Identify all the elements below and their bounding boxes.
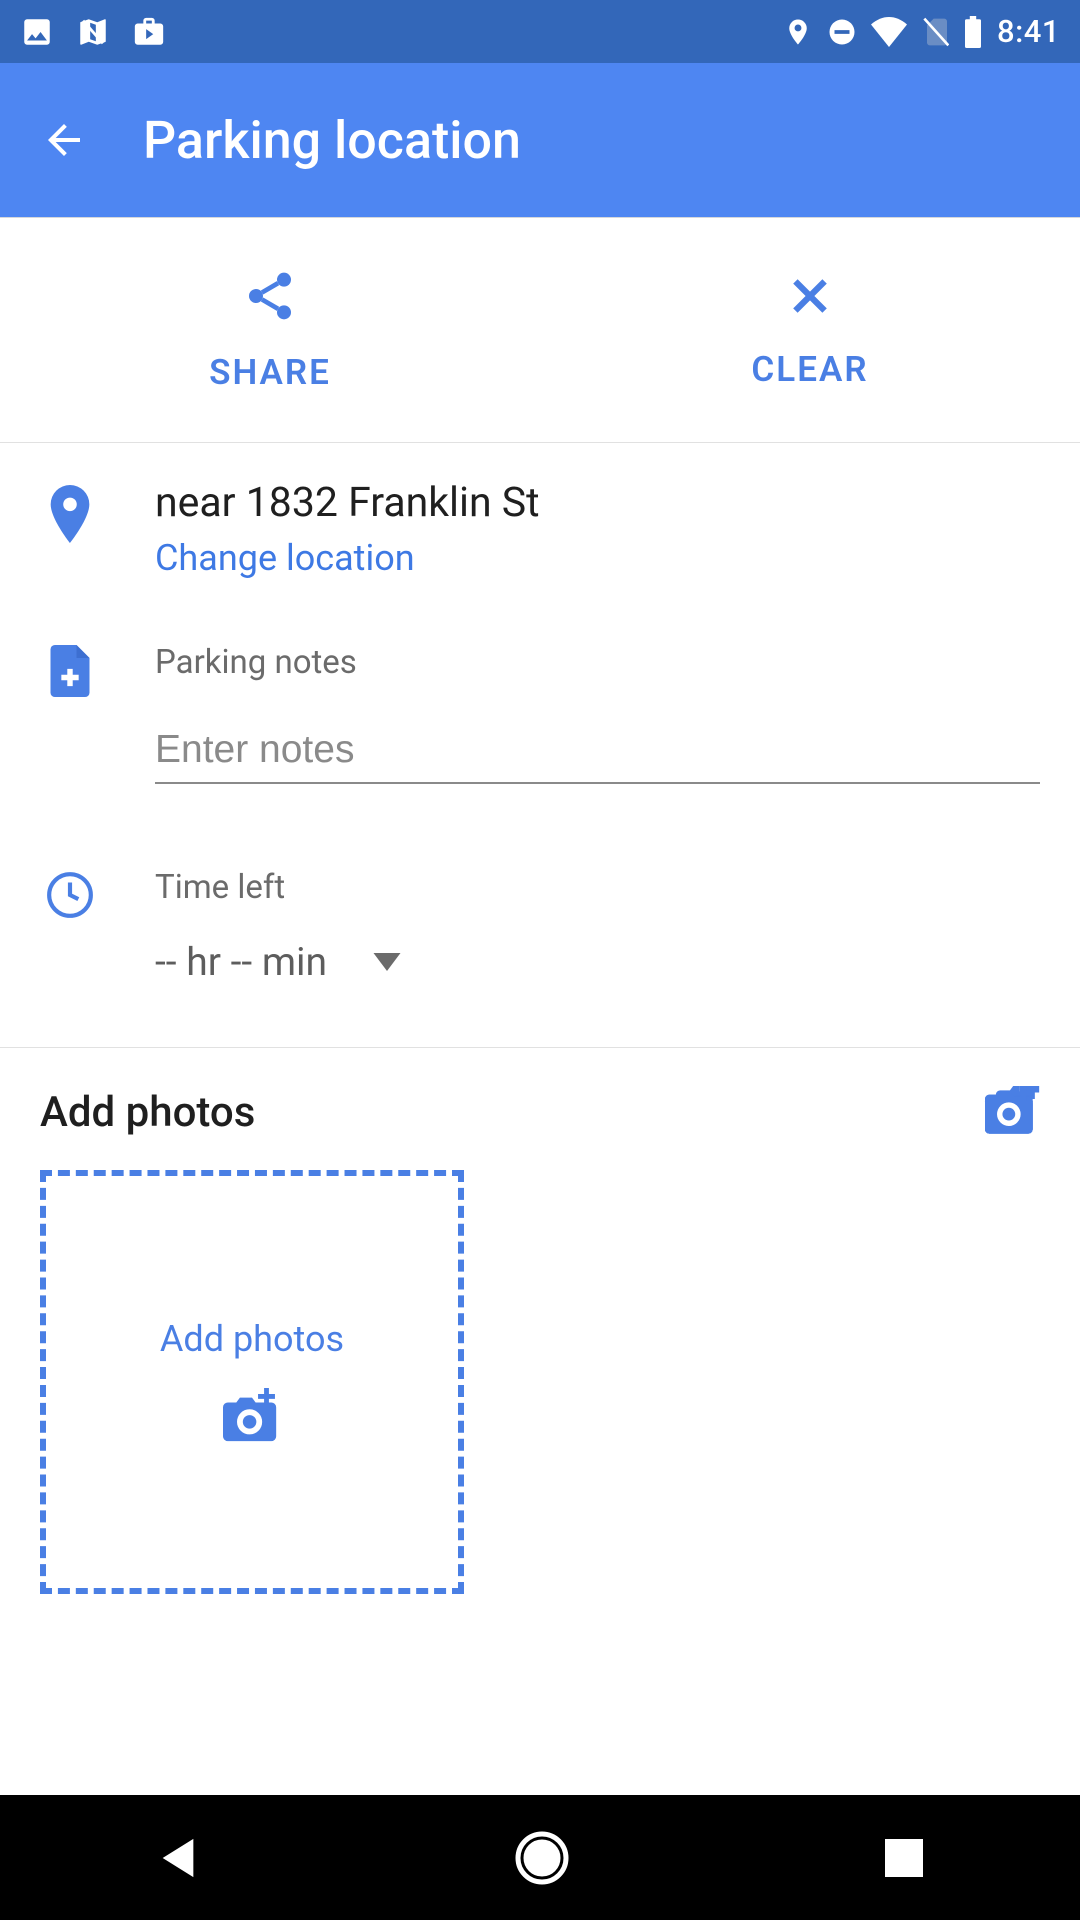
- share-label: SHARE: [209, 352, 331, 393]
- back-button[interactable]: [40, 116, 88, 164]
- camera-add-icon: [219, 1388, 285, 1446]
- clear-label: CLEAR: [751, 349, 868, 390]
- clock-icon: [45, 870, 95, 920]
- time-row: Time left -- hr -- min: [0, 820, 1080, 1025]
- time-left-value: -- hr -- min: [155, 939, 327, 985]
- parking-address: near 1832 Franklin St: [155, 479, 1040, 527]
- share-icon: [242, 268, 298, 324]
- share-button[interactable]: SHARE: [0, 218, 540, 442]
- battery-icon: [963, 16, 983, 48]
- add-photos-box[interactable]: Add photos: [40, 1170, 464, 1594]
- status-clock: 8:41: [997, 13, 1060, 50]
- dropdown-icon: [373, 953, 401, 971]
- status-bar: 8:41: [0, 0, 1080, 63]
- photos-section: Add photos: [0, 1048, 1080, 1632]
- photos-section-title: Add photos: [40, 1088, 255, 1137]
- app-bar: Parking location: [0, 63, 1080, 218]
- clear-button[interactable]: CLEAR: [540, 218, 1080, 442]
- add-photo-icon-button[interactable]: [982, 1086, 1040, 1138]
- notes-input[interactable]: [155, 722, 1040, 784]
- time-left-label: Time left: [155, 868, 1040, 907]
- wifi-icon: [871, 17, 907, 47]
- no-sim-icon: [921, 16, 949, 48]
- notes-label: Parking notes: [155, 643, 1040, 682]
- play-notification-icon: [132, 15, 166, 49]
- status-left-icons: [20, 15, 166, 49]
- location-icon: [783, 17, 813, 47]
- nav-bar: [0, 1795, 1080, 1920]
- maps-notification-icon: [76, 15, 110, 49]
- change-location-link[interactable]: Change location: [155, 537, 1040, 579]
- status-right-icons: 8:41: [783, 13, 1060, 50]
- add-photos-cta: Add photos: [160, 1318, 344, 1360]
- action-row: SHARE CLEAR: [0, 218, 1080, 443]
- time-left-dropdown[interactable]: -- hr -- min: [155, 939, 1040, 985]
- nav-back-button[interactable]: [157, 1835, 199, 1881]
- nav-recents-button[interactable]: [885, 1839, 923, 1877]
- close-icon: [785, 271, 835, 321]
- location-row: near 1832 Franklin St Change location: [0, 443, 1080, 615]
- photos-notification-icon: [20, 15, 54, 49]
- dnd-icon: [827, 17, 857, 47]
- note-add-icon: [48, 645, 92, 697]
- page-title: Parking location: [143, 110, 521, 171]
- notes-row: Parking notes: [0, 615, 1080, 820]
- nav-home-button[interactable]: [514, 1830, 570, 1886]
- location-pin-icon: [46, 485, 94, 543]
